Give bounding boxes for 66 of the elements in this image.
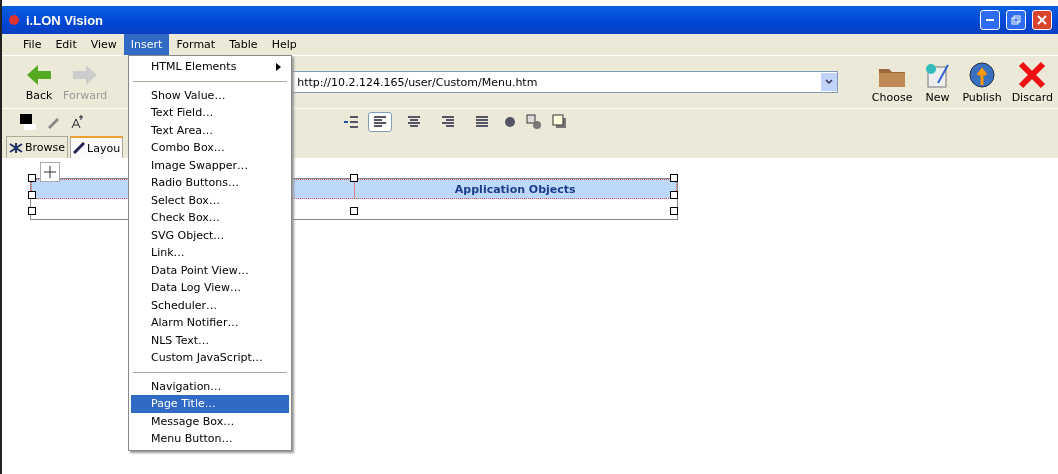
resize-handle[interactable] <box>28 174 36 182</box>
back-button[interactable]: Back <box>20 62 58 102</box>
menu-item[interactable]: SVG Object… <box>131 226 289 244</box>
minimize-button[interactable] <box>980 10 1000 30</box>
menu-item[interactable]: Radio Buttons… <box>131 174 289 192</box>
menu-item[interactable]: Image Swapper… <box>131 156 289 174</box>
menu-title[interactable]: Edit <box>48 34 84 55</box>
menu-item[interactable]: Page Title… <box>131 395 289 413</box>
menu-item[interactable]: Text Field… <box>131 104 289 122</box>
align-button[interactable] <box>368 111 392 132</box>
shapes-icon <box>526 113 542 130</box>
restore-icon <box>1011 15 1021 25</box>
resize-handle[interactable] <box>350 174 358 182</box>
circle-icon <box>504 115 516 128</box>
minimize-icon <box>986 19 994 21</box>
resize-handle[interactable] <box>670 174 678 182</box>
move-handle[interactable] <box>40 162 60 182</box>
menu-item[interactable]: Menu Button… <box>131 430 289 448</box>
menu-item[interactable]: NLS Text… <box>131 331 289 349</box>
menu-title[interactable]: File <box>16 34 49 55</box>
align-icon <box>408 115 420 128</box>
tab[interactable]: Layou <box>70 136 124 158</box>
menu-item[interactable]: Custom JavaScript… <box>131 349 289 367</box>
pen-icon <box>73 142 86 154</box>
menu-item[interactable]: Alarm Notifier… <box>131 314 289 332</box>
menu-title[interactable]: Table <box>222 34 265 55</box>
align-icon <box>476 115 488 128</box>
restore-button[interactable] <box>1006 10 1026 30</box>
menu-title[interactable]: Help <box>264 34 304 55</box>
toolbar-button[interactable]: Discard <box>1006 60 1058 104</box>
menu-item[interactable]: Check Box… <box>131 209 289 227</box>
resize-handle[interactable] <box>350 207 358 215</box>
menu-item[interactable]: Data Log View… <box>131 279 289 297</box>
menu-item[interactable]: Select Box… <box>131 191 289 209</box>
close-button[interactable] <box>1032 10 1052 30</box>
move-icon <box>44 166 56 178</box>
menu-item[interactable]: Combo Box… <box>131 139 289 157</box>
menu-item[interactable]: Data Point View… <box>131 261 289 279</box>
window-title: i.LON Vision <box>26 12 104 28</box>
cross-icon <box>1017 60 1048 89</box>
dropdown-button[interactable] <box>821 73 838 91</box>
toolbar-button[interactable]: New <box>917 60 958 104</box>
menu-title[interactable]: Format <box>169 34 223 55</box>
menu-title[interactable]: Insert <box>123 34 170 55</box>
menu-item[interactable]: Link… <box>131 244 289 262</box>
tab[interactable]: Browse <box>6 136 69 158</box>
menu-title[interactable]: View <box>83 34 124 55</box>
align-icon <box>374 115 386 128</box>
color-swatch-icon <box>20 113 36 130</box>
chevron-down-icon <box>825 79 834 85</box>
app-icon <box>8 14 20 26</box>
indent-icon <box>344 115 358 128</box>
toolbar-button[interactable]: Choose <box>866 60 918 104</box>
layers-icon <box>552 113 568 130</box>
align-icon <box>442 115 454 128</box>
close-icon <box>1037 15 1047 25</box>
globe-icon <box>967 60 998 89</box>
arrow-left-icon <box>25 62 53 87</box>
font-size-icon <box>70 114 84 129</box>
menu-item[interactable]: Navigation… <box>131 377 289 395</box>
table-header: Application Objects <box>454 182 576 196</box>
menu-item[interactable]: Text Area… <box>131 121 289 139</box>
toolbar-button[interactable]: Publish <box>957 60 1007 104</box>
caret-right-icon <box>276 62 281 71</box>
menu-item[interactable]: Scheduler… <box>131 296 289 314</box>
menu-item[interactable]: Message Box… <box>131 412 289 430</box>
